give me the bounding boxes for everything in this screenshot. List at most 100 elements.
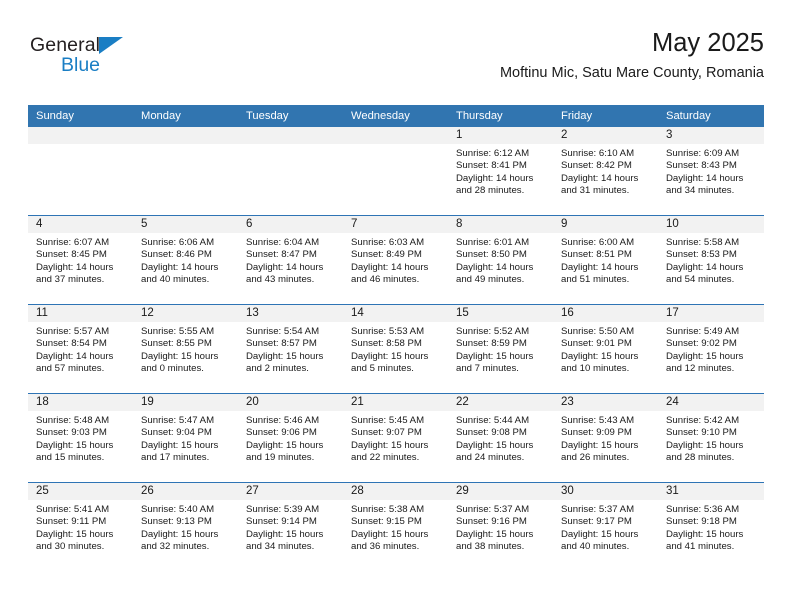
calendar-day[interactable]: 26 Sunrise: 5:40 AM Sunset: 9:13 PM Dayligh… <box>133 483 238 571</box>
calendar-day[interactable]: 28 Sunrise: 5:38 AM Sunset: 9:15 PM Dayligh… <box>343 483 448 571</box>
calendar-day[interactable]: 10 Sunrise: 5:58 AM Sunset: 8:53 PM Dayligh… <box>658 216 764 304</box>
calendar-day[interactable]: 9 Sunrise: 6:00 AM Sunset: 8:51 PM Daylight… <box>553 216 658 304</box>
weekday-header-saturday: Saturday <box>658 105 764 127</box>
calendar-day[interactable]: 4 Sunrise: 6:07 AM Sunset: 8:45 PM Daylight… <box>28 216 133 304</box>
calendar-week-row: 1 Sunrise: 6:12 AM Sunset: 8:41 PM Daylight… <box>28 127 764 216</box>
sunrise-text: Sunrise: 6:01 AM <box>456 237 530 248</box>
sunrise-text: Sunrise: 6:06 AM <box>141 237 215 248</box>
calendar-day[interactable]: 8 Sunrise: 6:01 AM Sunset: 8:50 PM Daylight… <box>448 216 553 304</box>
daylight-text-line2: and 38 minutes. <box>456 541 525 553</box>
day-number: 3 <box>658 127 764 144</box>
sunset-text: Sunset: 9:13 PM <box>141 516 212 528</box>
calendar-day[interactable]: 3 Sunrise: 6:09 AM Sunset: 8:43 PM Daylight… <box>658 127 764 215</box>
calendar-day[interactable]: 24 Sunrise: 5:42 AM Sunset: 9:10 PM Dayligh… <box>658 394 764 482</box>
calendar-day[interactable]: 29 Sunrise: 5:37 AM Sunset: 9:16 PM Dayligh… <box>448 483 553 571</box>
sunrise-text: Sunrise: 6:00 AM <box>561 237 635 248</box>
calendar-cell: 16 Sunrise: 5:50 AM Sunset: 9:01 PM Dayligh… <box>553 304 658 394</box>
calendar-day[interactable]: 6 Sunrise: 6:04 AM Sunset: 8:47 PM Daylight… <box>238 216 343 304</box>
sunset-text: Sunset: 9:03 PM <box>36 427 107 439</box>
day-details: Sunrise: 5:55 AM Sunset: 8:55 PM Daylight:… <box>133 322 238 376</box>
calendar-day[interactable]: 15 Sunrise: 5:52 AM Sunset: 8:59 PM Dayligh… <box>448 305 553 393</box>
sunset-text: Sunset: 8:59 PM <box>456 338 527 350</box>
daylight-text-line1: Daylight: 14 hours <box>561 261 639 273</box>
daylight-text-line1: Daylight: 14 hours <box>561 172 639 184</box>
calendar-table: Sunday Monday Tuesday Wednesday Thursday… <box>28 105 764 571</box>
daylight-text-line1: Daylight: 15 hours <box>561 350 639 362</box>
calendar-day-empty <box>133 127 238 215</box>
sunset-text: Sunset: 8:51 PM <box>561 249 632 261</box>
day-details: Sunrise: 5:52 AM Sunset: 8:59 PM Daylight:… <box>448 322 553 376</box>
calendar-day[interactable]: 12 Sunrise: 5:55 AM Sunset: 8:55 PM Dayligh… <box>133 305 238 393</box>
daylight-text-line1: Daylight: 14 hours <box>456 172 534 184</box>
sunset-text: Sunset: 9:04 PM <box>141 427 212 439</box>
daylight-text-line2: and 40 minutes. <box>561 541 630 553</box>
sunset-text: Sunset: 8:46 PM <box>141 249 212 261</box>
sunset-text: Sunset: 8:42 PM <box>561 160 632 172</box>
day-details: Sunrise: 6:06 AM Sunset: 8:46 PM Daylight:… <box>133 233 238 287</box>
sunrise-text: Sunrise: 5:50 AM <box>561 326 635 337</box>
sunrise-text: Sunrise: 5:49 AM <box>666 326 740 337</box>
day-number: 24 <box>658 394 764 411</box>
calendar-cell: 22 Sunrise: 5:44 AM Sunset: 9:08 PM Dayligh… <box>448 393 553 483</box>
calendar-day[interactable]: 7 Sunrise: 6:03 AM Sunset: 8:49 PM Daylight… <box>343 216 448 304</box>
calendar-day[interactable]: 13 Sunrise: 5:54 AM Sunset: 8:57 PM Dayligh… <box>238 305 343 393</box>
sunrise-text: Sunrise: 5:40 AM <box>141 504 215 515</box>
calendar-day[interactable]: 22 Sunrise: 5:44 AM Sunset: 9:08 PM Dayligh… <box>448 394 553 482</box>
weekday-header-friday: Friday <box>553 105 658 127</box>
calendar-day[interactable]: 17 Sunrise: 5:49 AM Sunset: 9:02 PM Dayligh… <box>658 305 764 393</box>
calendar-day[interactable]: 31 Sunrise: 5:36 AM Sunset: 9:18 PM Dayligh… <box>658 483 764 571</box>
sunrise-text: Sunrise: 5:39 AM <box>246 504 320 515</box>
calendar-day[interactable]: 14 Sunrise: 5:53 AM Sunset: 8:58 PM Dayligh… <box>343 305 448 393</box>
calendar-day[interactable]: 21 Sunrise: 5:45 AM Sunset: 9:07 PM Dayligh… <box>343 394 448 482</box>
day-number: 30 <box>553 483 658 500</box>
daylight-text-line1: Daylight: 15 hours <box>561 439 639 451</box>
calendar-cell: 23 Sunrise: 5:43 AM Sunset: 9:09 PM Dayligh… <box>553 393 658 483</box>
daylight-text-line2: and 43 minutes. <box>246 274 315 286</box>
calendar-day[interactable]: 2 Sunrise: 6:10 AM Sunset: 8:42 PM Daylight… <box>553 127 658 215</box>
calendar-cell: 17 Sunrise: 5:49 AM Sunset: 9:02 PM Dayligh… <box>658 304 764 394</box>
sunset-text: Sunset: 9:10 PM <box>666 427 737 439</box>
sunrise-text: Sunrise: 5:41 AM <box>36 504 110 515</box>
calendar-day[interactable]: 25 Sunrise: 5:41 AM Sunset: 9:11 PM Dayligh… <box>28 483 133 571</box>
daylight-text-line2: and 57 minutes. <box>36 363 105 375</box>
daylight-text-line1: Daylight: 15 hours <box>456 528 534 540</box>
daylight-text-line1: Daylight: 15 hours <box>246 439 324 451</box>
general-blue-logo[interactable]: General Blue <box>30 34 150 86</box>
page-title: May 2025 <box>652 29 764 57</box>
daylight-text-line1: Daylight: 15 hours <box>141 350 219 362</box>
calendar-day[interactable]: 5 Sunrise: 6:06 AM Sunset: 8:46 PM Daylight… <box>133 216 238 304</box>
calendar-day[interactable]: 20 Sunrise: 5:46 AM Sunset: 9:06 PM Dayligh… <box>238 394 343 482</box>
calendar-cell <box>238 127 343 216</box>
day-details: Sunrise: 5:37 AM Sunset: 9:17 PM Daylight:… <box>553 500 658 554</box>
day-number: 20 <box>238 394 343 411</box>
calendar-day[interactable]: 11 Sunrise: 5:57 AM Sunset: 8:54 PM Dayligh… <box>28 305 133 393</box>
calendar-day[interactable]: 30 Sunrise: 5:37 AM Sunset: 9:17 PM Dayligh… <box>553 483 658 571</box>
sunset-text: Sunset: 8:54 PM <box>36 338 107 350</box>
calendar-day[interactable]: 16 Sunrise: 5:50 AM Sunset: 9:01 PM Dayligh… <box>553 305 658 393</box>
calendar-day[interactable]: 19 Sunrise: 5:47 AM Sunset: 9:04 PM Dayligh… <box>133 394 238 482</box>
daylight-text-line1: Daylight: 15 hours <box>246 528 324 540</box>
calendar-cell: 11 Sunrise: 5:57 AM Sunset: 8:54 PM Dayligh… <box>28 304 133 394</box>
sunset-text: Sunset: 9:15 PM <box>351 516 422 528</box>
calendar-day[interactable]: 1 Sunrise: 6:12 AM Sunset: 8:41 PM Daylight… <box>448 127 553 215</box>
day-number: 8 <box>448 216 553 233</box>
calendar-body: 1 Sunrise: 6:12 AM Sunset: 8:41 PM Daylight… <box>28 127 764 571</box>
day-details: Sunrise: 6:12 AM Sunset: 8:41 PM Daylight:… <box>448 144 553 198</box>
daylight-text-line1: Daylight: 15 hours <box>141 439 219 451</box>
daylight-text-line2: and 15 minutes. <box>36 452 105 464</box>
calendar-day[interactable]: 27 Sunrise: 5:39 AM Sunset: 9:14 PM Dayligh… <box>238 483 343 571</box>
daylight-text-line2: and 22 minutes. <box>351 452 420 464</box>
calendar-day[interactable]: 23 Sunrise: 5:43 AM Sunset: 9:09 PM Dayligh… <box>553 394 658 482</box>
day-details: Sunrise: 6:09 AM Sunset: 8:43 PM Daylight:… <box>658 144 764 198</box>
daylight-text-line1: Daylight: 15 hours <box>666 528 744 540</box>
sunrise-text: Sunrise: 5:36 AM <box>666 504 740 515</box>
sunset-text: Sunset: 9:16 PM <box>456 516 527 528</box>
sunset-text: Sunset: 9:14 PM <box>246 516 317 528</box>
day-number <box>28 127 133 144</box>
day-details: Sunrise: 5:58 AM Sunset: 8:53 PM Daylight:… <box>658 233 764 287</box>
sunset-text: Sunset: 9:18 PM <box>666 516 737 528</box>
daylight-text-line1: Daylight: 15 hours <box>141 528 219 540</box>
day-details: Sunrise: 6:07 AM Sunset: 8:45 PM Daylight:… <box>28 233 133 287</box>
calendar-day[interactable]: 18 Sunrise: 5:48 AM Sunset: 9:03 PM Dayligh… <box>28 394 133 482</box>
calendar-cell: 19 Sunrise: 5:47 AM Sunset: 9:04 PM Dayligh… <box>133 393 238 483</box>
